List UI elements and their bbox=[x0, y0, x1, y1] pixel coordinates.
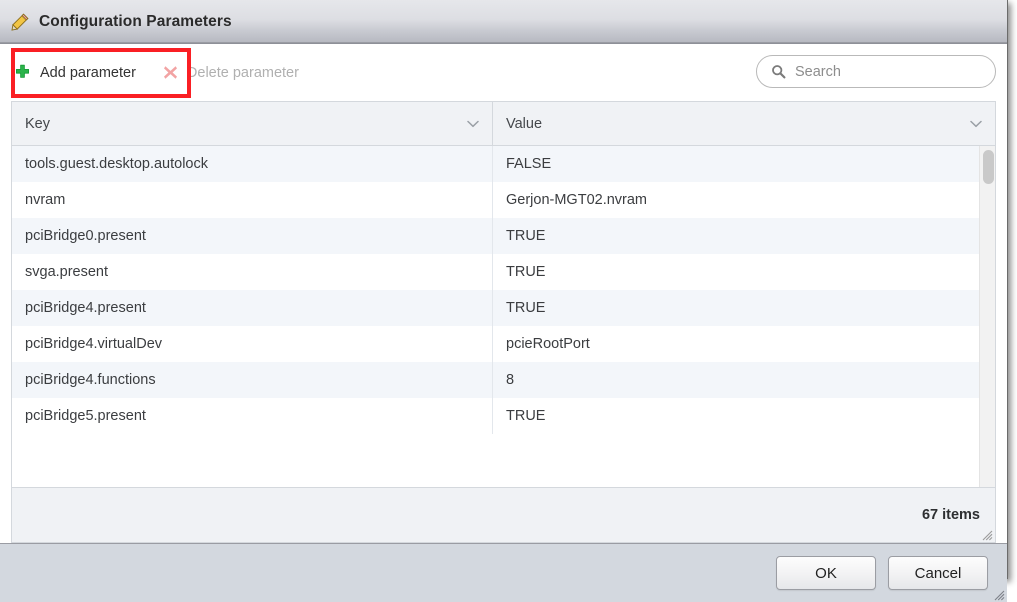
chevron-down-icon[interactable] bbox=[467, 120, 479, 128]
grid-toolbar: Add parameter Delete parameter bbox=[11, 44, 996, 101]
cell-key: pciBridge4.virtualDev bbox=[12, 326, 493, 362]
cell-value: TRUE bbox=[506, 408, 546, 424]
grid-rows: tools.guest.desktop.autolock FALSE nvram Ge… bbox=[12, 146, 995, 434]
search-icon bbox=[772, 65, 786, 79]
cell-key: svga.present bbox=[12, 254, 493, 290]
table-row[interactable]: nvram Gerjon-MGT02.nvram bbox=[12, 182, 995, 218]
table-row[interactable]: pciBridge4.present TRUE bbox=[12, 290, 995, 326]
vertical-scrollbar-thumb[interactable] bbox=[983, 150, 994, 184]
table-row[interactable]: svga.present TRUE bbox=[12, 254, 995, 290]
column-header-key[interactable]: Key bbox=[12, 102, 493, 145]
search-box[interactable] bbox=[756, 55, 996, 88]
table-row[interactable]: pciBridge5.present TRUE bbox=[12, 398, 995, 434]
cancel-button[interactable]: Cancel bbox=[888, 556, 988, 590]
x-icon bbox=[163, 66, 177, 79]
resize-grip-icon[interactable] bbox=[982, 530, 993, 541]
delete-parameter-label: Delete parameter bbox=[186, 64, 299, 81]
ok-button[interactable]: OK bbox=[776, 556, 876, 590]
plus-icon bbox=[15, 64, 29, 78]
dialog-body: Add parameter Delete parameter Search Ke… bbox=[0, 44, 1007, 543]
table-row[interactable]: tools.guest.desktop.autolock FALSE bbox=[12, 146, 995, 182]
cell-key: nvram bbox=[12, 182, 493, 218]
table-row[interactable]: pciBridge4.functions 8 bbox=[12, 362, 995, 398]
cell-value: FALSE bbox=[506, 156, 552, 172]
pencil-icon bbox=[11, 13, 29, 31]
cell-key: pciBridge5.present bbox=[12, 398, 493, 434]
table-row[interactable]: pciBridge4.virtualDev pcieRootPort bbox=[12, 326, 995, 362]
cell-value: TRUE bbox=[506, 300, 546, 316]
configuration-parameters-dialog: Configuration Parameters Add parameter D… bbox=[0, 0, 1008, 602]
table-row[interactable]: pciBridge0.present TRUE bbox=[12, 218, 995, 254]
cell-value: 8 bbox=[506, 372, 515, 388]
cell-key: pciBridge4.present bbox=[12, 290, 493, 326]
dialog-title: Configuration Parameters bbox=[39, 12, 232, 30]
item-count-label: 67 items bbox=[921, 507, 980, 523]
add-parameter-button[interactable]: Add parameter bbox=[11, 58, 142, 88]
cell-key: tools.guest.desktop.autolock bbox=[12, 146, 493, 182]
cell-value: TRUE bbox=[506, 264, 546, 280]
add-parameter-label: Add parameter bbox=[40, 64, 136, 81]
grid-footer: 67 items bbox=[11, 487, 996, 543]
cell-value: pcieRootPort bbox=[506, 336, 590, 352]
cell-key: pciBridge4.functions bbox=[12, 362, 493, 398]
cell-key: pciBridge0.present bbox=[12, 218, 493, 254]
grid-scroll-area: tools.guest.desktop.autolock FALSE nvram Ge… bbox=[12, 146, 995, 487]
column-header-key-label: Key bbox=[25, 115, 50, 132]
grid-header-row: Key Value bbox=[12, 102, 995, 146]
delete-parameter-button[interactable]: Delete parameter bbox=[160, 58, 305, 88]
column-header-value[interactable]: Value bbox=[493, 102, 995, 145]
parameters-grid: Key Value tools.guest.desktop.autolock FA… bbox=[11, 101, 996, 487]
dialog-footer: OK Cancel bbox=[0, 543, 1007, 602]
dialog-resize-grip-icon[interactable] bbox=[994, 590, 1005, 601]
dialog-titlebar: Configuration Parameters bbox=[0, 0, 1007, 44]
column-header-value-label: Value bbox=[506, 115, 543, 132]
vertical-scrollbar[interactable] bbox=[979, 146, 995, 487]
cell-value: Gerjon-MGT02.nvram bbox=[506, 192, 648, 208]
cell-value: TRUE bbox=[506, 228, 546, 244]
chevron-down-icon[interactable] bbox=[970, 120, 982, 128]
search-input[interactable] bbox=[795, 63, 975, 80]
